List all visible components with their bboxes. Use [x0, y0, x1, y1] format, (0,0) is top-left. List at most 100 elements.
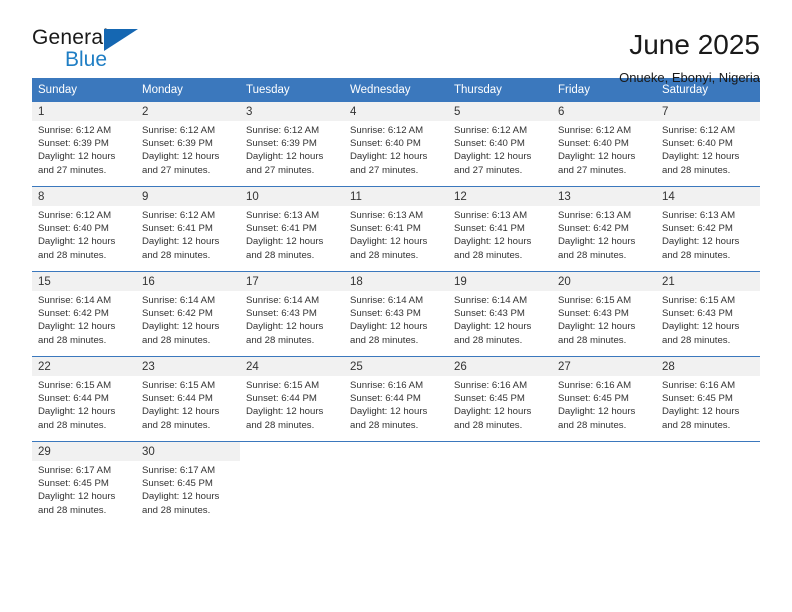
day-number: 27 — [558, 360, 571, 373]
day-details: Sunrise: 6:15 AM Sunset: 6:44 PM Daylight:… — [32, 376, 136, 438]
daylight-text: Daylight: 12 hours and 28 minutes. — [454, 236, 532, 261]
calendar-page: General Blue June 2025 Onueke, Ebonyi, N… — [0, 0, 792, 612]
calendar-day-cell[interactable]: 5 Sunrise: 6:12 AM Sunset: 6:40 PM Daylight… — [448, 102, 552, 186]
calendar-day-cell-empty — [344, 442, 448, 526]
calendar-day-cell[interactable]: 4 Sunrise: 6:12 AM Sunset: 6:40 PM Daylight… — [344, 102, 448, 186]
sunset-text: Sunset: 6:40 PM — [454, 138, 525, 150]
sunrise-text: Sunrise: 6:12 AM — [38, 125, 112, 136]
sunrise-text: Sunrise: 6:13 AM — [558, 210, 632, 221]
calendar-day-cell[interactable]: 1 Sunrise: 6:12 AM Sunset: 6:39 PM Daylight… — [32, 102, 136, 186]
calendar-day-cell[interactable]: 26 Sunrise: 6:16 AM Sunset: 6:45 PM Dayligh… — [448, 357, 552, 441]
day-number-band: 6 — [552, 102, 656, 121]
sunset-text: Sunset: 6:43 PM — [454, 308, 525, 320]
calendar-day-cell[interactable]: 21 Sunrise: 6:15 AM Sunset: 6:43 PM Dayligh… — [656, 272, 760, 356]
daylight-text: Daylight: 12 hours and 28 minutes. — [246, 406, 324, 431]
calendar-day-cell[interactable]: 8 Sunrise: 6:12 AM Sunset: 6:40 PM Daylight… — [32, 187, 136, 271]
calendar-week-row: 22 Sunrise: 6:15 AM Sunset: 6:44 PM Dayligh… — [32, 356, 760, 441]
sunset-text: Sunset: 6:40 PM — [350, 138, 421, 150]
day-details: Sunrise: 6:16 AM Sunset: 6:45 PM Daylight:… — [656, 376, 760, 438]
day-number-band: 10 — [240, 187, 344, 206]
day-number-band: 21 — [656, 272, 760, 291]
calendar-day-cell-empty — [240, 442, 344, 526]
daylight-text: Daylight: 12 hours and 27 minutes. — [350, 151, 428, 176]
sunrise-text: Sunrise: 6:12 AM — [246, 125, 320, 136]
page-header: General Blue June 2025 Onueke, Ebonyi, N… — [32, 0, 760, 85]
calendar-day-cell[interactable]: 11 Sunrise: 6:13 AM Sunset: 6:41 PM Dayligh… — [344, 187, 448, 271]
daylight-text: Daylight: 12 hours and 28 minutes. — [662, 321, 740, 346]
daylight-text: Daylight: 12 hours and 28 minutes. — [142, 236, 220, 261]
calendar-day-cell[interactable]: 7 Sunrise: 6:12 AM Sunset: 6:40 PM Daylight… — [656, 102, 760, 186]
day-number-band: 19 — [448, 272, 552, 291]
day-number-band: 22 — [32, 357, 136, 376]
weekday-header-sunday: Sunday — [38, 84, 78, 96]
day-number-band: 3 — [240, 102, 344, 121]
day-details: Sunrise: 6:16 AM Sunset: 6:45 PM Daylight:… — [552, 376, 656, 438]
sunset-text: Sunset: 6:39 PM — [142, 138, 213, 150]
day-number-band: 7 — [656, 102, 760, 121]
sunrise-text: Sunrise: 6:12 AM — [350, 125, 424, 136]
daylight-text: Daylight: 12 hours and 28 minutes. — [454, 406, 532, 431]
day-number-band: 9 — [136, 187, 240, 206]
calendar-day-cell[interactable]: 20 Sunrise: 6:15 AM Sunset: 6:43 PM Dayligh… — [552, 272, 656, 356]
day-number: 22 — [38, 360, 51, 373]
day-number: 5 — [454, 105, 461, 118]
daylight-text: Daylight: 12 hours and 28 minutes. — [246, 236, 324, 261]
day-number-band — [448, 442, 552, 461]
daylight-text: Daylight: 12 hours and 28 minutes. — [454, 321, 532, 346]
calendar-day-cell[interactable]: 16 Sunrise: 6:14 AM Sunset: 6:42 PM Dayligh… — [136, 272, 240, 356]
sunset-text: Sunset: 6:41 PM — [350, 223, 421, 235]
sunrise-text: Sunrise: 6:15 AM — [38, 380, 112, 391]
calendar-week-row: 15 Sunrise: 6:14 AM Sunset: 6:42 PM Dayligh… — [32, 271, 760, 356]
weekday-header-monday: Monday — [142, 84, 183, 96]
day-details: Sunrise: 6:13 AM Sunset: 6:41 PM Daylight:… — [448, 206, 552, 268]
daylight-text: Daylight: 12 hours and 28 minutes. — [350, 406, 428, 431]
calendar-day-cell[interactable]: 10 Sunrise: 6:13 AM Sunset: 6:41 PM Dayligh… — [240, 187, 344, 271]
day-details: Sunrise: 6:14 AM Sunset: 6:43 PM Daylight:… — [448, 291, 552, 353]
page-title: June 2025 — [629, 29, 760, 60]
general-blue-logo[interactable]: General Blue — [32, 26, 162, 78]
day-number: 1 — [38, 105, 45, 118]
calendar-day-cell[interactable]: 25 Sunrise: 6:16 AM Sunset: 6:44 PM Dayligh… — [344, 357, 448, 441]
calendar-day-cell[interactable]: 22 Sunrise: 6:15 AM Sunset: 6:44 PM Dayligh… — [32, 357, 136, 441]
sunset-text: Sunset: 6:45 PM — [558, 393, 629, 405]
calendar-day-cell[interactable]: 28 Sunrise: 6:16 AM Sunset: 6:45 PM Dayligh… — [656, 357, 760, 441]
calendar-day-cell[interactable]: 12 Sunrise: 6:13 AM Sunset: 6:41 PM Dayligh… — [448, 187, 552, 271]
daylight-text: Daylight: 12 hours and 28 minutes. — [142, 321, 220, 346]
day-details: Sunrise: 6:12 AM Sunset: 6:40 PM Daylight:… — [344, 121, 448, 183]
day-number: 11 — [350, 190, 362, 203]
calendar-grid: Sunday Monday Tuesday Wednesday Thursday… — [32, 78, 760, 526]
calendar-day-cell[interactable]: 19 Sunrise: 6:14 AM Sunset: 6:43 PM Dayligh… — [448, 272, 552, 356]
day-details: Sunrise: 6:16 AM Sunset: 6:44 PM Daylight:… — [344, 376, 448, 438]
calendar-day-cell[interactable]: 13 Sunrise: 6:13 AM Sunset: 6:42 PM Dayligh… — [552, 187, 656, 271]
calendar-day-cell[interactable]: 27 Sunrise: 6:16 AM Sunset: 6:45 PM Dayligh… — [552, 357, 656, 441]
calendar-day-cell[interactable]: 29 Sunrise: 6:17 AM Sunset: 6:45 PM Dayligh… — [32, 442, 136, 526]
day-number-band: 25 — [344, 357, 448, 376]
daylight-text: Daylight: 12 hours and 28 minutes. — [662, 406, 740, 431]
sunrise-text: Sunrise: 6:16 AM — [350, 380, 424, 391]
calendar-day-cell[interactable]: 23 Sunrise: 6:15 AM Sunset: 6:44 PM Dayligh… — [136, 357, 240, 441]
day-details: Sunrise: 6:13 AM Sunset: 6:41 PM Daylight:… — [240, 206, 344, 268]
calendar-day-cell[interactable]: 24 Sunrise: 6:15 AM Sunset: 6:44 PM Dayligh… — [240, 357, 344, 441]
sunrise-text: Sunrise: 6:17 AM — [38, 465, 112, 476]
calendar-day-cell[interactable]: 17 Sunrise: 6:14 AM Sunset: 6:43 PM Dayligh… — [240, 272, 344, 356]
calendar-day-cell[interactable]: 14 Sunrise: 6:13 AM Sunset: 6:42 PM Dayligh… — [656, 187, 760, 271]
day-number-band: 24 — [240, 357, 344, 376]
daylight-text: Daylight: 12 hours and 28 minutes. — [38, 236, 116, 261]
calendar-day-cell[interactable]: 2 Sunrise: 6:12 AM Sunset: 6:39 PM Daylight… — [136, 102, 240, 186]
sunset-text: Sunset: 6:43 PM — [246, 308, 317, 320]
day-number-band: 23 — [136, 357, 240, 376]
day-details: Sunrise: 6:15 AM Sunset: 6:43 PM Daylight:… — [656, 291, 760, 353]
sunset-text: Sunset: 6:41 PM — [142, 223, 213, 235]
day-number-band: 17 — [240, 272, 344, 291]
daylight-text: Daylight: 12 hours and 28 minutes. — [350, 236, 428, 261]
calendar-day-cell[interactable]: 15 Sunrise: 6:14 AM Sunset: 6:42 PM Dayligh… — [32, 272, 136, 356]
sunrise-text: Sunrise: 6:13 AM — [350, 210, 424, 221]
calendar-day-cell[interactable]: 9 Sunrise: 6:12 AM Sunset: 6:41 PM Daylight… — [136, 187, 240, 271]
calendar-day-cell[interactable]: 18 Sunrise: 6:14 AM Sunset: 6:43 PM Dayligh… — [344, 272, 448, 356]
day-number-band: 2 — [136, 102, 240, 121]
calendar-day-cell[interactable]: 6 Sunrise: 6:12 AM Sunset: 6:40 PM Daylight… — [552, 102, 656, 186]
day-number-band: 26 — [448, 357, 552, 376]
calendar-day-cell[interactable]: 3 Sunrise: 6:12 AM Sunset: 6:39 PM Daylight… — [240, 102, 344, 186]
day-number: 3 — [246, 105, 253, 118]
calendar-day-cell[interactable]: 30 Sunrise: 6:17 AM Sunset: 6:45 PM Dayligh… — [136, 442, 240, 526]
